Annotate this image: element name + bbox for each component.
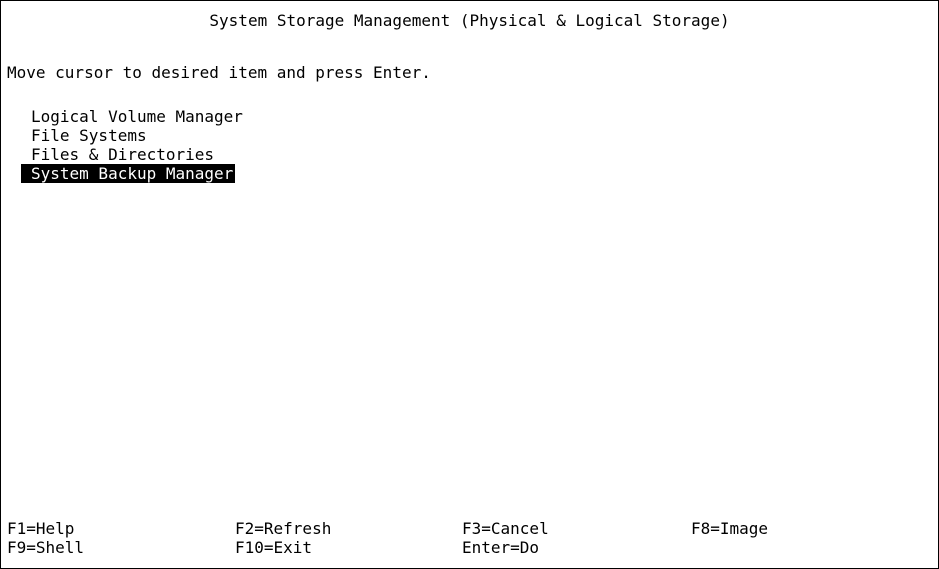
f9-shell-key[interactable]: F9=Shell	[7, 538, 235, 557]
function-key-bar: F1=Help F2=Refresh F3=Cancel F8=Image F9…	[7, 519, 871, 557]
menu-item-logical-volume-manager[interactable]: Logical Volume Manager	[21, 107, 245, 126]
menu-item-file-systems[interactable]: File Systems	[21, 126, 149, 145]
instruction-text: Move cursor to desired item and press En…	[7, 63, 431, 82]
menu-list: Logical Volume Manager File Systems File…	[21, 107, 245, 183]
terminal-screen: System Storage Management (Physical & Lo…	[0, 0, 939, 569]
screen-title: System Storage Management (Physical & Lo…	[209, 11, 730, 30]
menu-item-files-directories[interactable]: Files & Directories	[21, 145, 216, 164]
f10-exit-key[interactable]: F10=Exit	[235, 538, 462, 557]
menu-item-system-backup-manager[interactable]: System Backup Manager	[21, 164, 236, 183]
f8-image-key[interactable]: F8=Image	[691, 519, 871, 538]
f2-refresh-key[interactable]: F2=Refresh	[235, 519, 462, 538]
enter-do-key[interactable]: Enter=Do	[462, 538, 691, 557]
f1-help-key[interactable]: F1=Help	[7, 519, 235, 538]
f3-cancel-key[interactable]: F3=Cancel	[462, 519, 691, 538]
